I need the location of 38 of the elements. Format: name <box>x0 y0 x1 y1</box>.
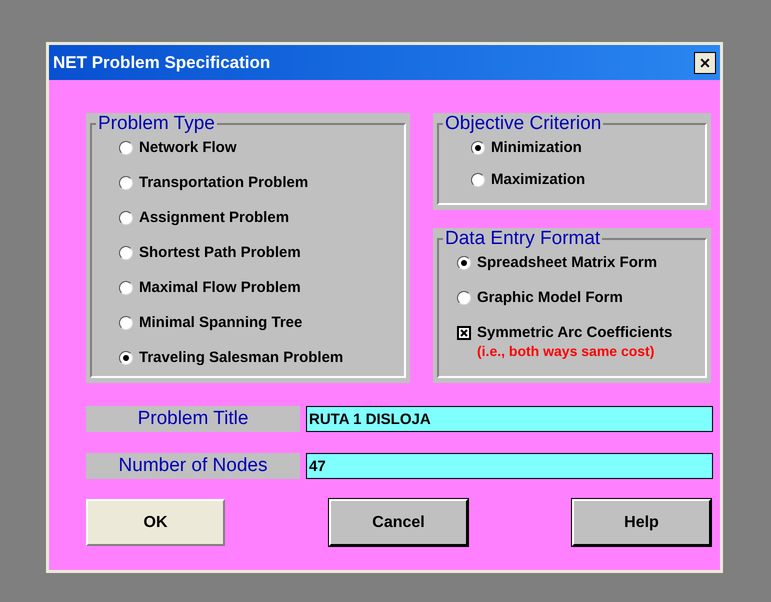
field-label: Number of Nodes <box>86 453 300 479</box>
option-label: Minimal Spanning Tree <box>139 314 302 332</box>
radio-button[interactable] <box>119 211 133 225</box>
radio-button[interactable] <box>119 246 133 260</box>
radio-button[interactable] <box>471 141 485 155</box>
dialog-button[interactable]: Cancel <box>329 499 468 546</box>
group-title: Problem Type <box>97 113 216 135</box>
group-title: Data Entry Format <box>444 228 602 250</box>
radio-button[interactable] <box>119 316 133 330</box>
window-title: NET Problem Specification <box>53 52 270 74</box>
dialog-button[interactable]: Help <box>572 499 711 546</box>
radio-button[interactable] <box>457 256 471 270</box>
radio-button[interactable] <box>119 141 133 155</box>
option-label: Spreadsheet Matrix Form <box>477 254 658 272</box>
radio-button[interactable] <box>457 291 471 305</box>
option-label: Maximal Flow Problem <box>139 279 301 297</box>
dialog-button[interactable]: OK <box>86 499 225 546</box>
radio-button[interactable] <box>119 281 133 295</box>
option-label: Assignment Problem <box>139 209 290 227</box>
field-label: Problem Title <box>86 406 300 432</box>
option-label: Maximization <box>491 171 586 189</box>
radio-button[interactable] <box>119 176 133 190</box>
input-field[interactable]: RUTA 1 DISLOJA <box>306 406 713 432</box>
check-mark-icon <box>460 329 468 337</box>
option-label: Shortest Path Problem <box>139 244 301 262</box>
close-button[interactable]: × <box>694 52 716 74</box>
input-field[interactable]: 47 <box>306 453 713 479</box>
option-label: Symmetric Arc Coefficients <box>477 324 672 342</box>
group-title: Objective Criterion <box>444 113 602 135</box>
radio-button[interactable] <box>119 351 133 365</box>
option-label: Transportation Problem <box>139 174 308 192</box>
option-label: Network Flow <box>139 139 237 157</box>
option-label: Traveling Salesman Problem <box>139 349 344 367</box>
option-label: Graphic Model Form <box>477 289 623 307</box>
option-label: Minimization <box>491 139 582 157</box>
checkbox[interactable] <box>457 326 471 340</box>
radio-button[interactable] <box>471 173 485 187</box>
note-text: (i.e., both ways same cost) <box>477 342 656 360</box>
